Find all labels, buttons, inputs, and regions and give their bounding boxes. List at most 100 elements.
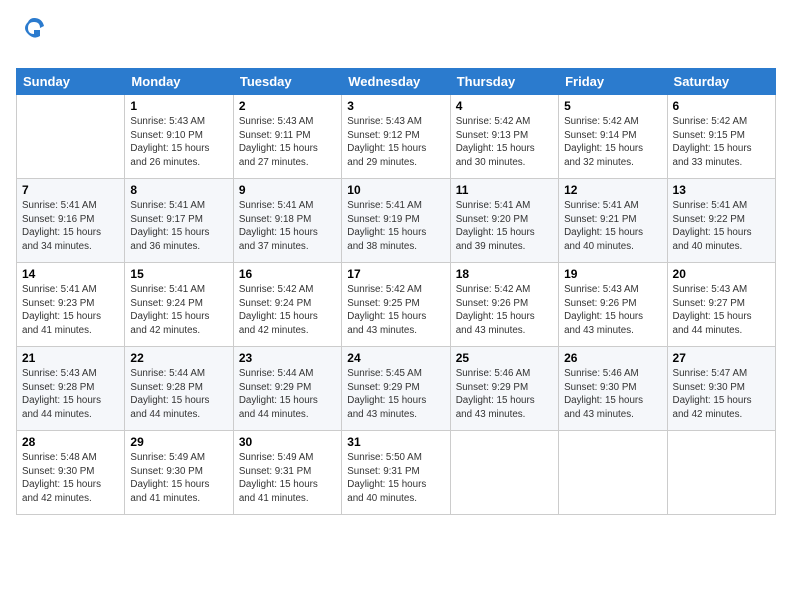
calendar-cell: 16Sunrise: 5:42 AM Sunset: 9:24 PM Dayli…	[233, 263, 341, 347]
calendar-cell: 9 Sunrise: 5:41 AM Sunset: 9:18 PM Daylig…	[233, 179, 341, 263]
logo-icon	[20, 14, 48, 42]
day-number: 14	[22, 267, 119, 281]
calendar-cell: 30 Sunrise: 5:49 AM Sunset: 9:31 PM Dayli…	[233, 431, 341, 515]
day-number: 11	[456, 183, 553, 197]
day-number: 5	[564, 99, 661, 113]
calendar-cell	[450, 431, 558, 515]
calendar-week-5: 28 Sunrise: 5:48 AM Sunset: 9:30 PM Dayli…	[17, 431, 776, 515]
day-info: Sunrise: 5:41 AM Sunset: 9:19 PM Dayligh…	[347, 199, 444, 254]
calendar-cell: 20 Sunrise: 5:43 AM Sunset: 9:27 PM Dayli…	[667, 263, 775, 347]
day-number: 8	[130, 183, 227, 197]
day-info: Sunrise: 5:43 AM Sunset: 9:10 PM Dayligh…	[130, 115, 227, 170]
day-info: Sunrise: 5:50 AM Sunset: 9:31 PM Dayligh…	[347, 451, 444, 506]
day-info: Sunrise: 5:43 AM Sunset: 9:12 PM Dayligh…	[347, 115, 444, 170]
day-number: 31	[347, 435, 444, 449]
calendar-cell: 15 Sunrise: 5:41 AM Sunset: 9:24 PM Dayli…	[125, 263, 233, 347]
calendar-cell: 8 Sunrise: 5:41 AM Sunset: 9:17 PM Daylig…	[125, 179, 233, 263]
day-info: Sunrise: 5:41 AM Sunset: 9:23 PM Dayligh…	[22, 283, 119, 338]
day-number: 19	[564, 267, 661, 281]
logo	[16, 14, 48, 62]
day-number: 17	[347, 267, 444, 281]
day-number: 25	[456, 351, 553, 365]
calendar-cell: 5Sunrise: 5:42 AM Sunset: 9:14 PM Daylig…	[559, 95, 667, 179]
day-number: 3	[347, 99, 444, 113]
day-number: 28	[22, 435, 119, 449]
day-info: Sunrise: 5:44 AM Sunset: 9:28 PM Dayligh…	[130, 367, 227, 422]
day-info: Sunrise: 5:42 AM Sunset: 9:15 PM Dayligh…	[673, 115, 770, 170]
day-info: Sunrise: 5:41 AM Sunset: 9:20 PM Dayligh…	[456, 199, 553, 254]
day-number: 6	[673, 99, 770, 113]
day-info: Sunrise: 5:43 AM Sunset: 9:11 PM Dayligh…	[239, 115, 336, 170]
weekday-header-monday: Monday	[125, 69, 233, 95]
weekday-header-tuesday: Tuesday	[233, 69, 341, 95]
day-number: 20	[673, 267, 770, 281]
day-number: 18	[456, 267, 553, 281]
day-number: 30	[239, 435, 336, 449]
day-info: Sunrise: 5:42 AM Sunset: 9:25 PM Dayligh…	[347, 283, 444, 338]
weekday-header-row: SundayMondayTuesdayWednesdayThursdayFrid…	[17, 69, 776, 95]
day-info: Sunrise: 5:41 AM Sunset: 9:21 PM Dayligh…	[564, 199, 661, 254]
calendar-cell: 10Sunrise: 5:41 AM Sunset: 9:19 PM Dayli…	[342, 179, 450, 263]
calendar-cell: 27Sunrise: 5:47 AM Sunset: 9:30 PM Dayli…	[667, 347, 775, 431]
calendar-cell: 24 Sunrise: 5:45 AM Sunset: 9:29 PM Dayli…	[342, 347, 450, 431]
day-number: 16	[239, 267, 336, 281]
day-info: Sunrise: 5:48 AM Sunset: 9:30 PM Dayligh…	[22, 451, 119, 506]
day-number: 23	[239, 351, 336, 365]
calendar-cell: 4 Sunrise: 5:42 AM Sunset: 9:13 PM Daylig…	[450, 95, 558, 179]
calendar-cell	[559, 431, 667, 515]
calendar-cell: 3 Sunrise: 5:43 AM Sunset: 9:12 PM Daylig…	[342, 95, 450, 179]
header	[16, 10, 776, 62]
day-info: Sunrise: 5:41 AM Sunset: 9:24 PM Dayligh…	[130, 283, 227, 338]
calendar-cell: 25 Sunrise: 5:46 AM Sunset: 9:29 PM Dayli…	[450, 347, 558, 431]
calendar-cell: 18 Sunrise: 5:42 AM Sunset: 9:26 PM Dayli…	[450, 263, 558, 347]
day-info: Sunrise: 5:46 AM Sunset: 9:30 PM Dayligh…	[564, 367, 661, 422]
calendar-week-4: 21 Sunrise: 5:43 AM Sunset: 9:28 PM Dayli…	[17, 347, 776, 431]
calendar-cell: 1Sunrise: 5:43 AM Sunset: 9:10 PM Daylig…	[125, 95, 233, 179]
day-number: 4	[456, 99, 553, 113]
calendar-cell: 11 Sunrise: 5:41 AM Sunset: 9:20 PM Dayli…	[450, 179, 558, 263]
calendar-cell: 17 Sunrise: 5:42 AM Sunset: 9:25 PM Dayli…	[342, 263, 450, 347]
day-number: 29	[130, 435, 227, 449]
day-info: Sunrise: 5:41 AM Sunset: 9:22 PM Dayligh…	[673, 199, 770, 254]
calendar-table: SundayMondayTuesdayWednesdayThursdayFrid…	[16, 68, 776, 515]
calendar-week-1: 1Sunrise: 5:43 AM Sunset: 9:10 PM Daylig…	[17, 95, 776, 179]
day-info: Sunrise: 5:42 AM Sunset: 9:26 PM Dayligh…	[456, 283, 553, 338]
calendar-cell: 23 Sunrise: 5:44 AM Sunset: 9:29 PM Dayli…	[233, 347, 341, 431]
calendar-cell: 12 Sunrise: 5:41 AM Sunset: 9:21 PM Dayli…	[559, 179, 667, 263]
day-info: Sunrise: 5:43 AM Sunset: 9:27 PM Dayligh…	[673, 283, 770, 338]
calendar-cell: 13 Sunrise: 5:41 AM Sunset: 9:22 PM Dayli…	[667, 179, 775, 263]
page-container: SundayMondayTuesdayWednesdayThursdayFrid…	[0, 0, 792, 525]
calendar-week-3: 14 Sunrise: 5:41 AM Sunset: 9:23 PM Dayli…	[17, 263, 776, 347]
day-number: 9	[239, 183, 336, 197]
day-number: 24	[347, 351, 444, 365]
calendar-cell: 19 Sunrise: 5:43 AM Sunset: 9:26 PM Dayli…	[559, 263, 667, 347]
day-info: Sunrise: 5:41 AM Sunset: 9:17 PM Dayligh…	[130, 199, 227, 254]
day-number: 15	[130, 267, 227, 281]
calendar-cell: 22 Sunrise: 5:44 AM Sunset: 9:28 PM Dayli…	[125, 347, 233, 431]
weekday-header-wednesday: Wednesday	[342, 69, 450, 95]
calendar-cell: 14 Sunrise: 5:41 AM Sunset: 9:23 PM Dayli…	[17, 263, 125, 347]
day-number: 21	[22, 351, 119, 365]
day-number: 12	[564, 183, 661, 197]
calendar-cell: 21 Sunrise: 5:43 AM Sunset: 9:28 PM Dayli…	[17, 347, 125, 431]
calendar-cell	[667, 431, 775, 515]
calendar-cell: 7Sunrise: 5:41 AM Sunset: 9:16 PM Daylig…	[17, 179, 125, 263]
day-info: Sunrise: 5:42 AM Sunset: 9:13 PM Dayligh…	[456, 115, 553, 170]
calendar-cell: 29Sunrise: 5:49 AM Sunset: 9:30 PM Dayli…	[125, 431, 233, 515]
calendar-cell: 31 Sunrise: 5:50 AM Sunset: 9:31 PM Dayli…	[342, 431, 450, 515]
day-info: Sunrise: 5:44 AM Sunset: 9:29 PM Dayligh…	[239, 367, 336, 422]
calendar-cell: 26Sunrise: 5:46 AM Sunset: 9:30 PM Dayli…	[559, 347, 667, 431]
day-info: Sunrise: 5:49 AM Sunset: 9:31 PM Dayligh…	[239, 451, 336, 506]
day-info: Sunrise: 5:43 AM Sunset: 9:28 PM Dayligh…	[22, 367, 119, 422]
day-info: Sunrise: 5:43 AM Sunset: 9:26 PM Dayligh…	[564, 283, 661, 338]
day-info: Sunrise: 5:46 AM Sunset: 9:29 PM Dayligh…	[456, 367, 553, 422]
day-number: 7	[22, 183, 119, 197]
day-info: Sunrise: 5:41 AM Sunset: 9:18 PM Dayligh…	[239, 199, 336, 254]
day-number: 27	[673, 351, 770, 365]
day-info: Sunrise: 5:45 AM Sunset: 9:29 PM Dayligh…	[347, 367, 444, 422]
calendar-cell: 6 Sunrise: 5:42 AM Sunset: 9:15 PM Daylig…	[667, 95, 775, 179]
calendar-cell	[17, 95, 125, 179]
calendar-week-2: 7Sunrise: 5:41 AM Sunset: 9:16 PM Daylig…	[17, 179, 776, 263]
day-number: 22	[130, 351, 227, 365]
day-number: 13	[673, 183, 770, 197]
